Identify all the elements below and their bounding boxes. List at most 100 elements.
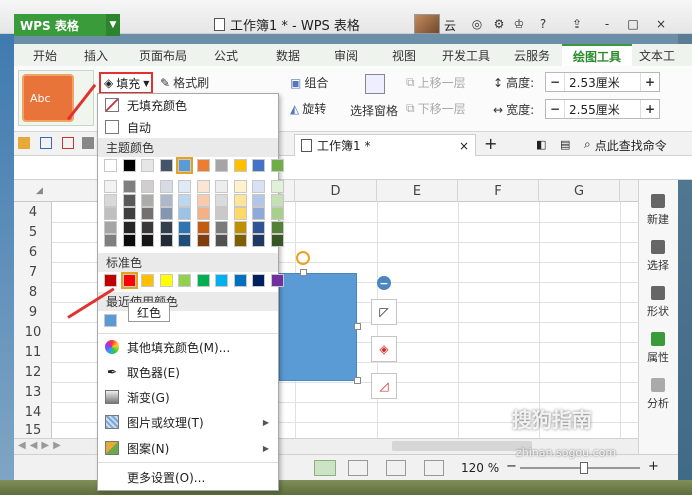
fill-button[interactable]: ◈ 填充 ▼: [99, 72, 153, 94]
theme-shade-swatch[interactable]: [159, 207, 173, 220]
resize-handle[interactable]: [300, 269, 307, 276]
theme-shade-swatch[interactable]: [159, 193, 173, 207]
theme-shade-swatch[interactable]: [178, 220, 191, 234]
no-fill-item[interactable]: 无填充颜色: [97, 94, 279, 116]
selection-pane-button[interactable]: 选择窗格: [350, 102, 398, 119]
row-header[interactable]: 13: [14, 382, 52, 402]
height-input[interactable]: 2.53厘米: [564, 73, 641, 91]
row-header[interactable]: 14: [14, 402, 52, 422]
properties-button[interactable]: 属性: [638, 328, 678, 368]
theme-shade-swatch[interactable]: [196, 220, 210, 234]
theme-shade-swatch[interactable]: [233, 220, 247, 234]
theme-shade-swatch[interactable]: [196, 180, 210, 193]
theme-shade-swatch[interactable]: [252, 180, 265, 193]
shape-button[interactable]: 形状: [638, 282, 678, 322]
theme-shade-swatch[interactable]: [270, 234, 284, 247]
send-backward-button[interactable]: ⧉ 下移一层: [406, 100, 466, 117]
standard-color-swatch[interactable]: [141, 274, 154, 287]
avatar[interactable]: [414, 14, 440, 34]
shape-style-preview[interactable]: Abc: [22, 74, 74, 122]
document-tab[interactable]: 工作簿1 * ×: [294, 134, 476, 156]
new-button[interactable]: 新建: [638, 190, 678, 230]
column-header-d[interactable]: D: [295, 180, 377, 202]
help-button[interactable]: ?: [534, 14, 552, 34]
theme-shade-swatch[interactable]: [252, 193, 265, 207]
print-icon[interactable]: [82, 137, 94, 149]
tab-text-tools[interactable]: 文本工: [634, 44, 680, 66]
app-logo-menu[interactable]: WPS 表格 ▼: [14, 14, 120, 36]
format-brush-button[interactable]: ✎ 格式刷: [160, 74, 209, 91]
theme-shade-swatch[interactable]: [104, 180, 117, 193]
column-header-e[interactable]: E: [377, 180, 458, 202]
rotate-handle-icon[interactable]: [296, 251, 310, 265]
new-tab-icon[interactable]: +: [484, 134, 497, 153]
standard-color-swatch[interactable]: [252, 274, 265, 287]
save-icon[interactable]: [40, 137, 52, 149]
row-header[interactable]: 11: [14, 342, 52, 362]
theme-shade-swatch[interactable]: [178, 193, 191, 207]
tab-page-layout[interactable]: 页面布局: [126, 44, 200, 66]
theme-color-swatch[interactable]: [176, 157, 193, 174]
theme-shade-swatch[interactable]: [215, 234, 228, 247]
theme-shade-swatch[interactable]: [122, 220, 136, 234]
theme-shade-swatch[interactable]: [178, 207, 191, 220]
width-decrement[interactable]: −: [546, 102, 564, 116]
theme-shade-swatch[interactable]: [233, 207, 247, 220]
standard-color-swatch[interactable]: [215, 274, 228, 287]
theme-shade-swatch[interactable]: [104, 193, 117, 207]
theme-shade-swatch[interactable]: [104, 234, 117, 247]
command-search[interactable]: ⌕ 点此查找命令: [584, 137, 667, 154]
row-header[interactable]: 4: [14, 202, 52, 222]
more-settings-item[interactable]: 更多设置(O)...: [97, 466, 279, 488]
upload-icon[interactable]: ⇪: [568, 14, 586, 34]
theme-shade-swatch[interactable]: [159, 220, 173, 234]
scrollbar-thumb[interactable]: [392, 441, 532, 451]
theme-shade-swatch[interactable]: [141, 220, 154, 234]
row-header[interactable]: 15: [14, 422, 52, 438]
theme-shade-swatch[interactable]: [215, 207, 228, 220]
sheet-nav-arrows-icon[interactable]: ◀◀▶▶: [18, 440, 65, 451]
theme-color-swatch[interactable]: [141, 159, 154, 172]
group-button[interactable]: ▣ 组合: [290, 74, 328, 91]
width-input[interactable]: 2.55厘米: [564, 100, 641, 118]
page-break-view-icon[interactable]: [386, 460, 406, 476]
standard-color-swatch[interactable]: [104, 274, 117, 287]
theme-shade-swatch[interactable]: [141, 180, 154, 193]
rotate-button[interactable]: ◭ 旋转: [290, 100, 326, 117]
close-button[interactable]: ×: [652, 14, 670, 34]
pattern-item[interactable]: 图案(N) ▶: [97, 437, 279, 459]
theme-color-swatch[interactable]: [122, 159, 136, 172]
shirt-icon[interactable]: ♔: [510, 14, 528, 34]
collapse-icon[interactable]: −: [377, 276, 391, 290]
tab-cloud[interactable]: 云服务: [502, 44, 562, 66]
theme-shade-swatch[interactable]: [122, 180, 136, 193]
height-stepper[interactable]: −2.53厘米 +: [545, 72, 660, 92]
more-fill-colors-item[interactable]: 其他填充颜色(M)...: [97, 336, 279, 358]
standard-color-swatch[interactable]: [159, 274, 173, 287]
row-header[interactable]: 7: [14, 262, 52, 282]
zoom-in-button[interactable]: +: [648, 459, 659, 474]
rectangle-shape[interactable]: [279, 273, 357, 381]
theme-shade-swatch[interactable]: [233, 193, 247, 207]
zoom-slider-thumb[interactable]: [580, 462, 588, 474]
theme-shade-swatch[interactable]: [122, 207, 136, 220]
user-name[interactable]: 云: [444, 17, 456, 34]
row-header[interactable]: 8: [14, 282, 52, 302]
backup-icon[interactable]: ◧: [536, 138, 546, 151]
tab-data[interactable]: 数据: [266, 44, 310, 66]
tab-insert[interactable]: 插入: [74, 44, 118, 66]
eyedropper-item[interactable]: ✒ 取色器(E): [97, 361, 279, 383]
zoom-out-button[interactable]: −: [506, 459, 517, 474]
row-header[interactable]: 10: [14, 322, 52, 342]
theme-color-swatch[interactable]: [270, 159, 284, 172]
theme-shade-swatch[interactable]: [159, 180, 173, 193]
standard-color-swatch[interactable]: [196, 274, 210, 287]
theme-shade-swatch[interactable]: [215, 220, 228, 234]
theme-shade-swatch[interactable]: [215, 193, 228, 207]
resize-handle[interactable]: [354, 377, 361, 384]
open-folder-icon[interactable]: [18, 137, 30, 149]
row-header[interactable]: 9: [14, 302, 52, 322]
theme-shade-swatch[interactable]: [159, 234, 173, 247]
standard-color-swatch[interactable]: [120, 272, 138, 289]
row-header[interactable]: 12: [14, 362, 52, 382]
